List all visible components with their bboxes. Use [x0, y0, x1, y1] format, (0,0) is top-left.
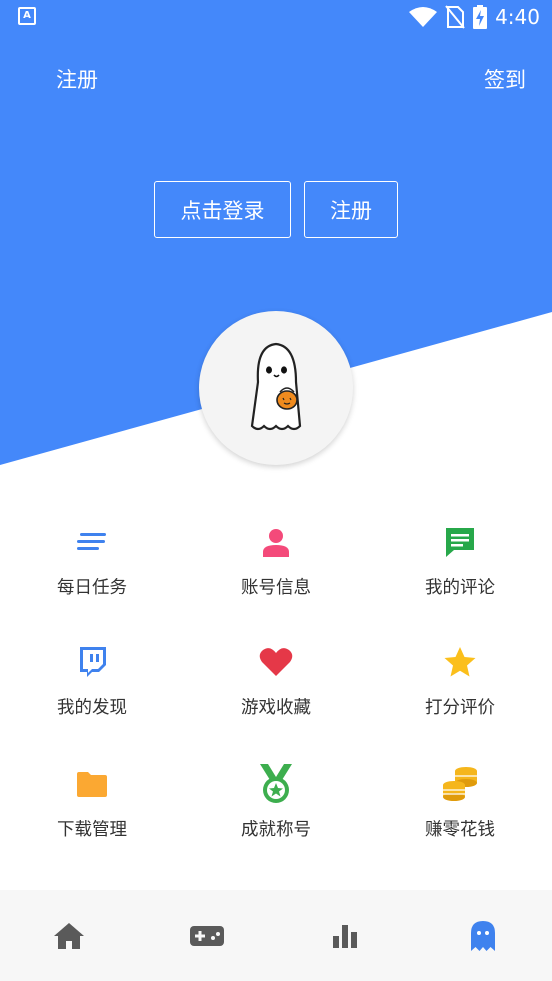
menu-item-achievements[interactable]: 成就称号 — [184, 764, 368, 874]
check-in-link[interactable]: 签到 — [484, 64, 526, 94]
register-button[interactable]: 注册 — [304, 181, 398, 238]
menu-item-rating[interactable]: 打分评价 — [368, 642, 552, 752]
medal-icon — [260, 764, 292, 803]
tab-rankings[interactable] — [276, 890, 414, 981]
gamepad-icon — [190, 925, 224, 946]
avatar[interactable] — [199, 311, 353, 465]
ghost-avatar-icon — [250, 342, 302, 431]
menu-item-label: 游戏收藏 — [241, 698, 311, 718]
menu-item-account-info[interactable]: 账号信息 — [184, 522, 368, 632]
register-link[interactable]: 注册 — [56, 64, 98, 94]
comment-icon — [446, 528, 474, 557]
tab-home[interactable] — [0, 890, 138, 981]
ghost-icon — [471, 920, 495, 951]
login-button[interactable]: 点击登录 — [154, 181, 291, 238]
tab-games[interactable] — [138, 890, 276, 981]
menu-item-download-manager[interactable]: 下载管理 — [0, 764, 184, 874]
battery-charging-icon — [473, 5, 488, 29]
bottom-tab-bar — [0, 890, 552, 981]
app-notification-icon: A — [18, 7, 36, 25]
menu-item-daily-tasks[interactable]: 每日任务 — [0, 522, 184, 632]
person-icon — [263, 529, 289, 557]
heart-icon — [259, 648, 293, 676]
menu-item-label: 账号信息 — [241, 578, 311, 598]
twitch-icon — [80, 647, 106, 677]
status-bar: A 4:40 — [0, 0, 552, 34]
menu-item-my-comments[interactable]: 我的评论 — [368, 522, 552, 632]
bar-chart-icon — [333, 924, 357, 948]
list-lines-icon — [77, 533, 106, 550]
folder-icon — [77, 772, 107, 797]
menu-item-label: 成就称号 — [241, 820, 311, 840]
menu-item-label: 下载管理 — [57, 820, 127, 840]
status-time: 4:40 — [495, 5, 540, 29]
profile-screen: A 4:40 注册 签到 点击登录 注册 每日任务 账号信息 我的评论 我的发现… — [0, 0, 552, 981]
menu-item-label: 我的评论 — [425, 578, 495, 598]
menu-item-label: 打分评价 — [425, 698, 495, 718]
star-icon — [444, 647, 476, 677]
coins-icon — [443, 767, 477, 801]
tab-profile[interactable] — [414, 890, 552, 981]
menu-item-label: 我的发现 — [57, 698, 127, 718]
menu-item-label: 每日任务 — [57, 578, 127, 598]
menu-item-earn-money[interactable]: 赚零花钱 — [368, 764, 552, 874]
menu-item-game-favorites[interactable]: 游戏收藏 — [184, 642, 368, 752]
wifi-icon — [409, 7, 438, 27]
menu-item-my-discoveries[interactable]: 我的发现 — [0, 642, 184, 752]
no-sim-icon — [445, 5, 465, 29]
menu-item-label: 赚零花钱 — [425, 820, 495, 840]
home-icon — [54, 922, 84, 949]
